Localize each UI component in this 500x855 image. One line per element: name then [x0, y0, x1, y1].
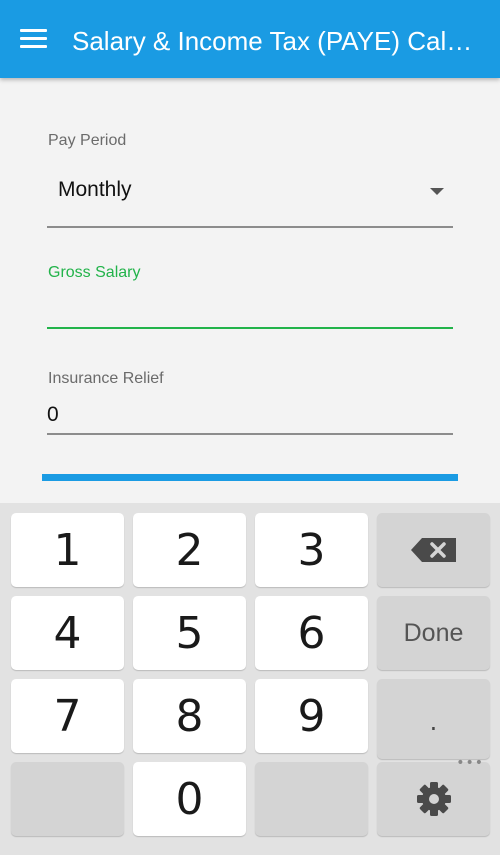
- gross-salary-underline: [47, 327, 453, 329]
- hamburger-menu-icon[interactable]: [20, 29, 48, 49]
- key-8[interactable]: 8: [133, 679, 246, 753]
- blank-key-right: [255, 762, 368, 836]
- pay-period-underline: [47, 226, 453, 228]
- dropdown-arrow-icon: [430, 188, 444, 195]
- insurance-relief-input[interactable]: [47, 397, 453, 433]
- key-5[interactable]: 5: [133, 596, 246, 670]
- backspace-key[interactable]: [377, 513, 490, 587]
- numeric-keyboard: 1 2 3 4 5 6 Done 7 8 9 . 0 •••: [0, 503, 500, 855]
- more-options-icon: •••: [456, 755, 484, 771]
- key-3[interactable]: 3: [255, 513, 368, 587]
- gross-salary-input[interactable]: [47, 290, 453, 326]
- gear-icon: [416, 782, 451, 816]
- app-bar: Salary & Income Tax (PAYE) Cal…: [0, 0, 500, 78]
- insurance-relief-label: Insurance Relief: [48, 370, 164, 387]
- blank-key-left: [11, 762, 124, 836]
- backspace-icon: [410, 538, 456, 562]
- key-7[interactable]: 7: [11, 679, 124, 753]
- pay-period-value: Monthly: [58, 178, 132, 201]
- submit-button-bar[interactable]: [42, 474, 458, 481]
- key-6[interactable]: 6: [255, 596, 368, 670]
- done-key[interactable]: Done: [377, 596, 490, 670]
- decimal-key[interactable]: .: [377, 679, 490, 759]
- key-2[interactable]: 2: [133, 513, 246, 587]
- key-9[interactable]: 9: [255, 679, 368, 753]
- key-1[interactable]: 1: [11, 513, 124, 587]
- gross-salary-label: Gross Salary: [48, 264, 141, 281]
- settings-key[interactable]: •••: [377, 756, 490, 836]
- key-0[interactable]: 0: [133, 762, 246, 836]
- pay-period-label: Pay Period: [48, 132, 127, 149]
- app-title: Salary & Income Tax (PAYE) Cal…: [72, 26, 473, 56]
- insurance-relief-underline: [47, 433, 453, 435]
- key-4[interactable]: 4: [11, 596, 124, 670]
